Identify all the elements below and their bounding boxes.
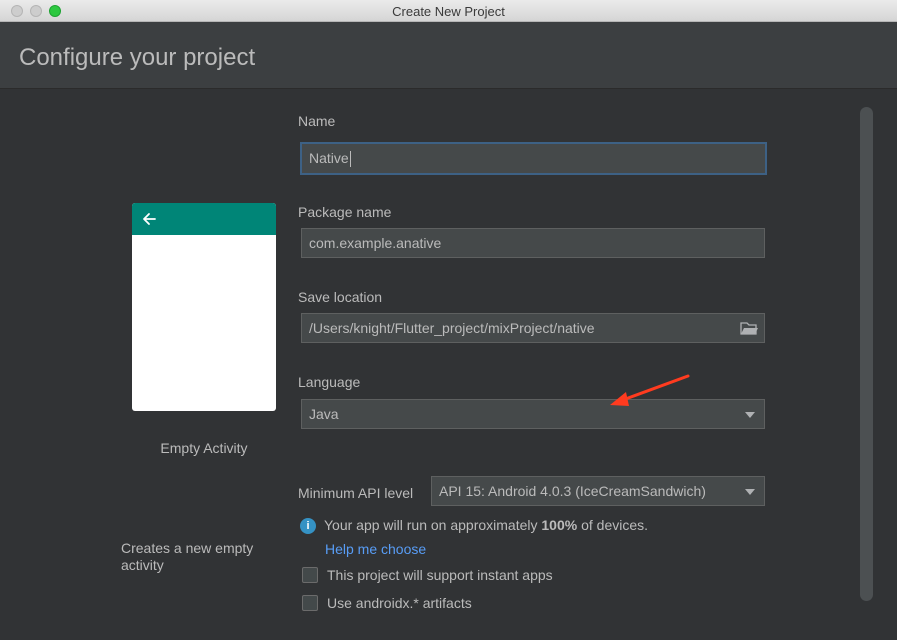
save-location-value: /Users/knight/Flutter_project/mixProject… [309, 320, 595, 336]
activity-preview [132, 203, 276, 411]
min-api-value: API 15: Android 4.0.3 (IceCreamSandwich) [439, 483, 706, 499]
annotation-arrow [610, 374, 690, 406]
package-name-label: Package name [298, 204, 392, 220]
device-coverage-text: Your app will run on approximately 100% … [324, 517, 648, 533]
save-location-field[interactable]: /Users/knight/Flutter_project/mixProject… [301, 313, 765, 343]
window-titlebar: Create New Project [0, 0, 897, 22]
page-title: Configure your project [19, 44, 256, 71]
folder-browse-icon[interactable] [740, 320, 758, 336]
save-location-label: Save location [298, 289, 383, 305]
instant-apps-checkbox[interactable] [302, 567, 318, 583]
min-api-label: Minimum API level [298, 485, 414, 501]
info-icon: i [300, 518, 316, 534]
window-title: Create New Project [392, 4, 505, 19]
back-arrow-icon [143, 213, 156, 225]
package-name-field[interactable]: com.example.anative [301, 228, 765, 258]
coverage-prefix: Your app will run on approximately [324, 517, 542, 533]
scrollbar-thumb[interactable] [860, 107, 873, 601]
wizard-content: Empty Activity Creates a new empty activ… [0, 88, 897, 640]
coverage-percent: 100% [541, 517, 578, 533]
language-label: Language [298, 374, 361, 390]
text-caret [349, 151, 351, 168]
name-label: Name [298, 113, 336, 129]
name-field[interactable]: Native [300, 142, 767, 175]
preview-app-bar [132, 203, 276, 235]
name-value: Native [309, 150, 349, 166]
language-value: Java [309, 406, 339, 422]
min-api-select[interactable]: API 15: Android 4.0.3 (IceCreamSandwich) [431, 476, 765, 506]
language-select[interactable]: Java [301, 399, 765, 429]
androidx-label[interactable]: Use androidx.* artifacts [327, 595, 472, 611]
androidx-checkbox[interactable] [302, 595, 318, 611]
template-description: Creates a new empty activity [121, 540, 254, 573]
template-caption: Empty Activity [160, 440, 248, 456]
coverage-suffix: of devices. [577, 517, 649, 533]
package-name-value: com.example.anative [309, 235, 442, 251]
chevron-down-icon [745, 412, 755, 418]
wizard-header: Configure your project [0, 22, 897, 88]
chevron-down-icon [745, 489, 755, 495]
instant-apps-label[interactable]: This project will support instant apps [327, 567, 553, 583]
vertical-scrollbar[interactable] [860, 107, 873, 601]
help-me-choose-link[interactable]: Help me choose [325, 541, 426, 557]
